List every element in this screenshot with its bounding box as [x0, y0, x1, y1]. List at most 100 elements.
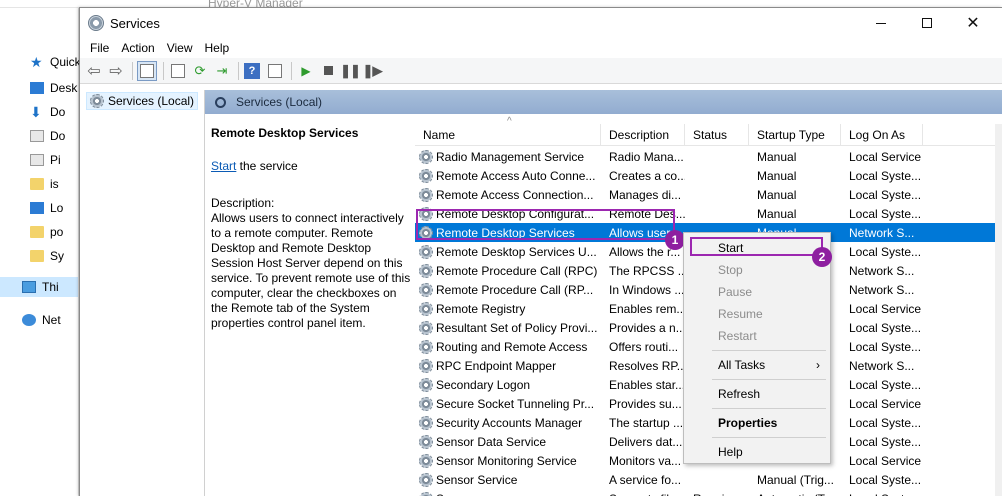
service-gear-icon — [419, 168, 433, 183]
nav-downloads[interactable]: ⬇ Do — [0, 102, 78, 122]
column-header-description[interactable]: Description — [601, 123, 685, 146]
context-menu-resume[interactable]: Resume — [684, 303, 830, 325]
this-pc-icon — [22, 281, 36, 293]
service-name-text: Remote Procedure Call (RP... — [436, 282, 594, 297]
column-header-startup-type[interactable]: Startup Type — [749, 123, 841, 146]
show-action-pane-button[interactable] — [265, 61, 285, 81]
stop-icon — [323, 66, 333, 75]
content-header: Services (Local) — [205, 90, 1002, 114]
title-bar[interactable]: Services ✕ — [80, 8, 1002, 38]
console-tree: Services (Local) — [80, 90, 205, 496]
service-name-text: Sensor Monitoring Service — [436, 453, 577, 468]
context-menu-properties[interactable]: Properties — [684, 412, 830, 434]
menu-bar: File Action View Help — [80, 38, 1002, 58]
search-icon — [215, 96, 226, 108]
nav-folder-po[interactable]: po — [0, 222, 78, 242]
refresh-toolbar-button[interactable]: ⟳ — [190, 61, 210, 81]
nav-pictures[interactable]: Pi — [0, 150, 78, 170]
action-pane-icon — [268, 63, 282, 78]
service-name-cell: Server — [415, 491, 601, 496]
table-row[interactable]: Remote Access Connection... Manages di...… — [415, 185, 1002, 204]
description-label: Description: — [211, 196, 275, 210]
maximize-icon — [922, 18, 932, 28]
nav-desktop[interactable]: Desk — [0, 78, 78, 98]
tree-item-services-local[interactable]: Services (Local) — [86, 92, 199, 110]
nav-folder-sy[interactable]: Sy — [0, 246, 78, 266]
table-row[interactable]: Server Supports fil...RunningAutomatic (T… — [415, 489, 1002, 496]
service-name-cell: Resultant Set of Policy Provi... — [415, 320, 601, 335]
service-name-cell: Secure Socket Tunneling Pr... — [415, 396, 601, 411]
service-description-cell: Enables rem... — [609, 301, 685, 316]
start-row: Start the service — [211, 159, 411, 174]
nav-folder-is[interactable]: is — [0, 174, 78, 194]
context-menu-all-tasks[interactable]: All Tasks › — [684, 354, 830, 376]
export-list-button[interactable]: ⇥ — [212, 61, 232, 81]
help-icon: ? — [244, 62, 260, 79]
folder-icon — [30, 178, 44, 190]
help-toolbar-button[interactable]: ? — [243, 61, 263, 81]
nav-this-pc[interactable]: Thi — [0, 277, 78, 297]
nav-local[interactable]: Lo — [0, 198, 78, 218]
service-name-cell: Remote Procedure Call (RPC) — [415, 263, 601, 278]
table-row[interactable]: Remote Access Auto Conne... Creates a co.… — [415, 166, 1002, 185]
service-name-text: Security Accounts Manager — [436, 415, 583, 430]
show-hide-console-tree-button[interactable] — [137, 60, 157, 81]
table-row[interactable]: Sensor Service A service fo... Manual (Tri… — [415, 470, 1002, 489]
minimize-button[interactable] — [858, 8, 904, 38]
service-detail-panel: Remote Desktop Services Start the servic… — [211, 126, 411, 331]
service-description-cell: Delivers dat... — [609, 434, 683, 449]
context-menu-help[interactable]: Help — [684, 441, 830, 463]
service-name-text: Remote Access Connection... — [436, 187, 594, 202]
forward-button[interactable]: ⇨ — [106, 61, 126, 81]
service-description-cell: Creates a co... — [609, 168, 685, 183]
service-logon-cell: Local Service — [849, 396, 922, 411]
menu-file[interactable]: File — [84, 41, 115, 55]
context-menu-refresh[interactable]: Refresh — [684, 383, 830, 405]
maximize-button[interactable] — [904, 8, 950, 38]
service-name-cell: Sensor Monitoring Service — [415, 453, 601, 468]
nav-documents[interactable]: Do — [0, 126, 78, 146]
menu-action[interactable]: Action — [115, 41, 160, 55]
start-service-link[interactable]: Start — [211, 159, 236, 173]
service-gear-icon — [419, 149, 433, 164]
local-folder-icon — [30, 202, 44, 214]
context-menu-stop[interactable]: Stop — [684, 259, 830, 281]
nav-quick-access[interactable]: ★ Quick — [0, 52, 81, 72]
start-suffix: the service — [236, 159, 298, 173]
service-description-cell: The RPCSS ... — [609, 263, 685, 278]
service-description-cell: Enables star... — [609, 377, 685, 392]
service-gear-icon — [419, 453, 433, 468]
chevron-right-icon: › — [816, 358, 820, 372]
service-name-text: Resultant Set of Policy Provi... — [436, 320, 598, 335]
service-description-cell: Provides su... — [609, 396, 682, 411]
nav-network[interactable]: Net — [0, 310, 78, 330]
column-header-status[interactable]: Status — [685, 123, 749, 146]
start-service-button[interactable]: ▶ — [296, 61, 316, 81]
context-menu-separator — [712, 350, 826, 351]
service-name-text: RPC Endpoint Mapper — [436, 358, 557, 373]
stop-service-button[interactable] — [318, 61, 338, 81]
menu-help[interactable]: Help — [199, 41, 236, 55]
service-description-cell: In Windows ... — [609, 282, 685, 297]
vertical-scrollbar[interactable] — [995, 124, 1002, 496]
service-name-cell: Sensor Data Service — [415, 434, 601, 449]
menu-view[interactable]: View — [161, 41, 199, 55]
close-button[interactable]: ✕ — [950, 8, 996, 38]
pictures-icon — [30, 154, 44, 166]
column-header-log-on-as[interactable]: Log On As — [841, 123, 923, 146]
pause-service-button[interactable]: ❚❚ — [340, 61, 361, 81]
back-button[interactable]: ⇦ — [84, 61, 104, 81]
context-menu-restart[interactable]: Restart — [684, 325, 830, 347]
service-logon-cell: Local Syste... — [849, 434, 922, 449]
service-name-text: Server — [436, 492, 471, 496]
annotation-badge-1: 1 — [665, 230, 685, 250]
context-menu-pause[interactable]: Pause — [684, 281, 830, 303]
restart-service-button[interactable]: ❚▶ — [362, 61, 383, 81]
properties-toolbar-button[interactable] — [168, 61, 188, 81]
desktop-icon — [30, 82, 44, 94]
network-icon — [22, 314, 36, 326]
table-row[interactable]: Radio Management Service Radio Mana... Man… — [415, 147, 1002, 166]
service-logon-cell: Local Syste... — [849, 415, 922, 430]
content-pane: Services (Local) Remote Desktop Services… — [205, 90, 1002, 496]
back-arrow-icon: ⇦ — [87, 62, 101, 80]
